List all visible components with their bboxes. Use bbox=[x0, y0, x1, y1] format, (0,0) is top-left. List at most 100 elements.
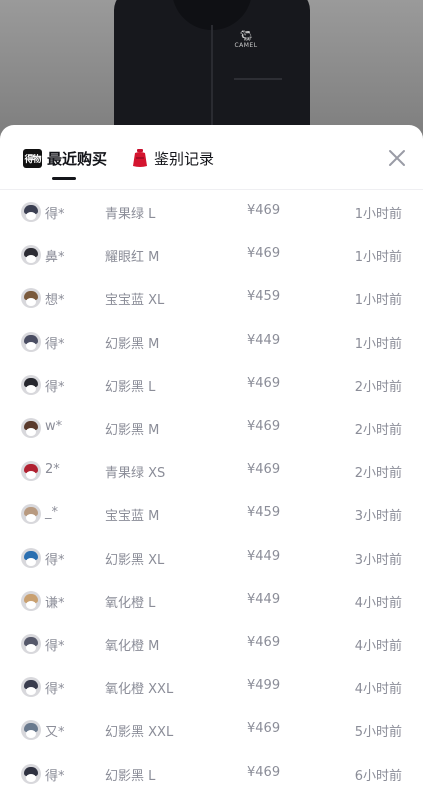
purchase-price: ¥469 bbox=[247, 203, 281, 218]
buyer-name: 得* bbox=[45, 639, 65, 654]
product-spec: 宝宝蓝 M bbox=[105, 509, 160, 525]
buyer-name: 得* bbox=[45, 552, 65, 568]
purchase-row[interactable]: 鼻* 耀眼红 M ¥469 1小时前 bbox=[12, 234, 411, 277]
buyer-name: 又* bbox=[45, 725, 65, 741]
buyer-name: 得* bbox=[45, 336, 65, 352]
purchase-price: ¥499 bbox=[247, 678, 281, 694]
product-spec: 幻影黑 M bbox=[105, 423, 160, 438]
user-avatar bbox=[21, 590, 41, 611]
buyer-name: 得* bbox=[45, 207, 65, 222]
purchase-time: 2小时前 bbox=[354, 423, 402, 438]
purchase-time: 4小时前 bbox=[354, 639, 402, 654]
product-spec: 氧化橙 L bbox=[105, 595, 156, 611]
buyer-name: 得* bbox=[45, 682, 65, 698]
user-avatar bbox=[21, 461, 41, 482]
purchase-row[interactable]: _* 宝宝蓝 M ¥459 3小时前 bbox=[12, 493, 411, 536]
product-spec: 宝宝蓝 XL bbox=[105, 293, 165, 309]
purchase-time: 3小时前 bbox=[354, 552, 402, 568]
purchase-time: 1小时前 bbox=[354, 293, 402, 309]
user-avatar bbox=[21, 374, 41, 395]
purchase-row[interactable]: 得* 氧化橙 XXL ¥499 4小时前 bbox=[12, 666, 411, 709]
purchase-row[interactable]: 得* 幻影黑 XL ¥449 3小时前 bbox=[12, 537, 411, 580]
user-avatar bbox=[21, 720, 41, 741]
purchase-row[interactable]: 得* 幻影黑 L ¥469 2小时前 bbox=[12, 364, 411, 407]
user-avatar bbox=[21, 547, 41, 568]
camel-icon: 🐫︎ bbox=[239, 31, 253, 42]
purchase-time: 5小时前 bbox=[354, 725, 402, 741]
purchase-time: 1小时前 bbox=[354, 207, 402, 222]
buyer-name: 鼻* bbox=[45, 250, 65, 266]
active-tab-indicator bbox=[52, 177, 76, 180]
buyer-name: 得* bbox=[45, 768, 65, 784]
purchase-row[interactable]: 得* 青果绿 L ¥469 1小时前 bbox=[12, 191, 411, 234]
purchase-price: ¥469 bbox=[247, 462, 281, 478]
brand-name: CAMEL bbox=[234, 42, 258, 49]
user-avatar bbox=[21, 763, 41, 784]
user-avatar bbox=[21, 634, 41, 654]
close-icon[interactable] bbox=[386, 147, 408, 169]
product-spec: 青果绿 XS bbox=[105, 466, 166, 482]
auth-badge-icon bbox=[133, 149, 147, 167]
user-avatar bbox=[21, 418, 41, 438]
jacket-image: 🐫︎ CAMEL bbox=[114, 0, 310, 140]
user-avatar bbox=[21, 202, 41, 222]
dewu-logo-icon: 得物 bbox=[23, 148, 42, 168]
purchase-time: 2小时前 bbox=[354, 466, 402, 482]
purchase-price: ¥469 bbox=[247, 764, 281, 780]
user-avatar bbox=[21, 677, 41, 698]
tab-bar: 得物 最近购买 鉴别记录 bbox=[0, 125, 423, 190]
purchase-price: ¥459 bbox=[247, 505, 281, 521]
purchase-row[interactable]: 得* 幻影黑 L ¥469 6小时前 bbox=[12, 753, 411, 796]
product-spec: 幻影黑 XXL bbox=[105, 725, 174, 741]
user-avatar bbox=[21, 288, 41, 309]
purchase-price: ¥469 bbox=[247, 246, 281, 262]
buyer-name: 得* bbox=[45, 379, 65, 395]
product-spec: 氧化橙 XXL bbox=[105, 682, 174, 698]
product-spec: 青果绿 L bbox=[105, 207, 156, 222]
tab-recent-purchases[interactable]: 得物 最近购买 bbox=[23, 147, 107, 169]
product-spec: 幻影黑 XL bbox=[105, 552, 165, 568]
purchase-time: 1小时前 bbox=[354, 250, 402, 266]
purchase-row[interactable]: 想* 宝宝蓝 XL ¥459 1小时前 bbox=[12, 277, 411, 320]
purchase-history-sheet: 得物 最近购买 鉴别记录 得* 青果绿 L ¥469 1小时前 鼻* 耀眼红 M ¥469 1… bbox=[0, 125, 423, 800]
buyer-name: w* bbox=[45, 419, 63, 434]
user-avatar bbox=[21, 331, 41, 352]
purchase-price: ¥469 bbox=[247, 721, 281, 737]
product-spec: 氧化橙 M bbox=[105, 639, 160, 654]
user-avatar bbox=[21, 245, 41, 266]
buyer-name: 谦* bbox=[45, 595, 65, 611]
purchase-row[interactable]: 谦* 氧化橙 L ¥449 4小时前 bbox=[12, 580, 411, 623]
purchase-time: 4小时前 bbox=[354, 595, 402, 611]
product-spec: 幻影黑 L bbox=[105, 768, 156, 784]
purchase-price: ¥459 bbox=[247, 289, 281, 305]
purchase-list[interactable]: 得* 青果绿 L ¥469 1小时前 鼻* 耀眼红 M ¥469 1小时前 想* 宝宝蓝 XL ¥4… bbox=[12, 191, 411, 800]
purchase-row[interactable]: 得* 氧化橙 M ¥469 4小时前 bbox=[12, 623, 411, 666]
tab-recent-purchases-label: 最近购买 bbox=[47, 149, 108, 168]
product-spec: 耀眼红 M bbox=[105, 250, 160, 266]
product-image: 🐫︎ CAMEL bbox=[0, 0, 423, 140]
tab-authentication-records-label: 鉴别记录 bbox=[154, 149, 215, 168]
buyer-name: _* bbox=[45, 505, 58, 521]
purchase-time: 4小时前 bbox=[354, 682, 402, 698]
purchase-time: 1小时前 bbox=[354, 336, 402, 352]
purchase-row[interactable]: 又* 幻影黑 XXL ¥469 5小时前 bbox=[12, 709, 411, 752]
purchase-price: ¥449 bbox=[247, 332, 281, 348]
brand-logo: 🐫︎ CAMEL bbox=[234, 31, 258, 50]
user-avatar bbox=[21, 504, 41, 525]
buyer-name: 想* bbox=[45, 293, 65, 309]
purchase-price: ¥469 bbox=[247, 635, 281, 650]
product-spec: 幻影黑 L bbox=[105, 379, 156, 395]
purchase-row[interactable]: w* 幻影黑 M ¥469 2小时前 bbox=[12, 407, 411, 450]
purchase-price: ¥469 bbox=[247, 375, 281, 391]
product-spec: 幻影黑 M bbox=[105, 336, 160, 352]
purchase-time: 3小时前 bbox=[354, 509, 402, 525]
purchase-price: ¥449 bbox=[247, 591, 281, 607]
tab-authentication-records[interactable]: 鉴别记录 bbox=[131, 147, 214, 169]
buyer-name: 2* bbox=[45, 462, 60, 478]
purchase-row[interactable]: 2* 青果绿 XS ¥469 2小时前 bbox=[12, 450, 411, 493]
purchase-price: ¥449 bbox=[247, 548, 281, 564]
purchase-time: 6小时前 bbox=[354, 768, 402, 784]
purchase-row[interactable]: 得* 幻影黑 M ¥449 1小时前 bbox=[12, 321, 411, 364]
purchase-price: ¥469 bbox=[247, 419, 281, 434]
purchase-time: 2小时前 bbox=[354, 379, 402, 395]
